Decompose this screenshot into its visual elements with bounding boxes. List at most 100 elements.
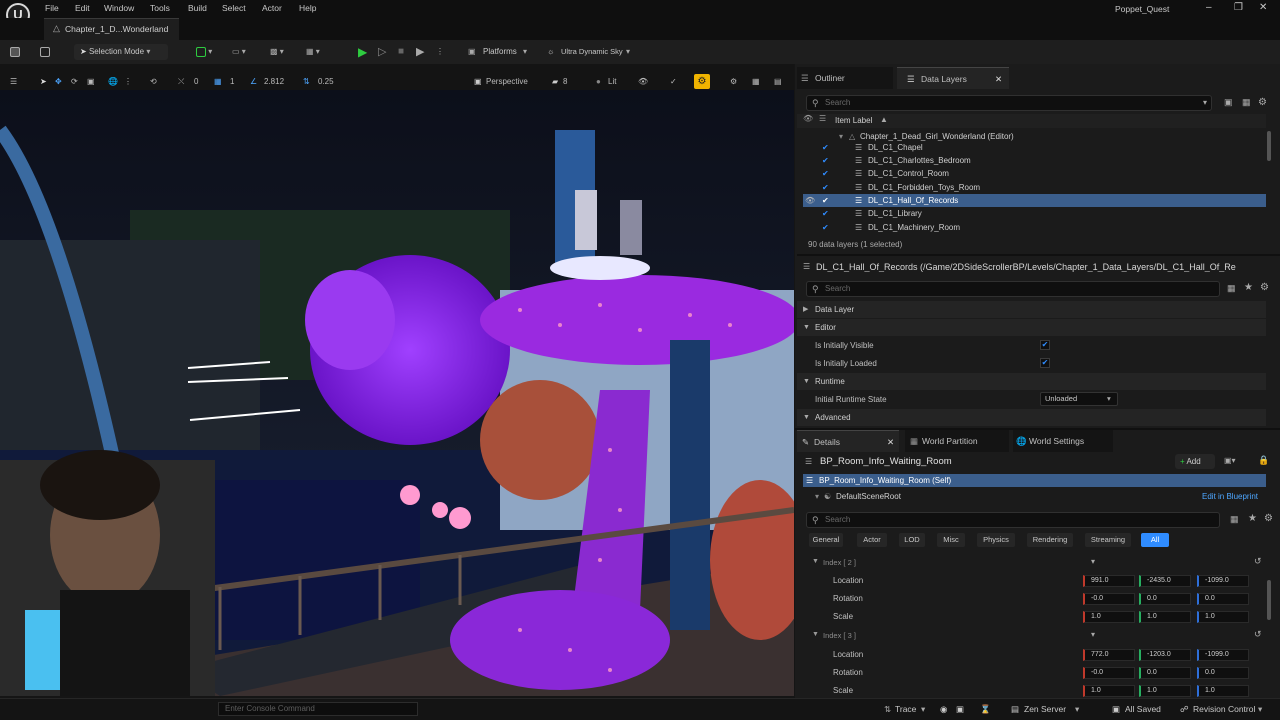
reset-icon[interactable]: ↺ <box>1254 629 1262 640</box>
world-space-icon[interactable]: 🌐 <box>108 75 118 89</box>
location-y-field[interactable]: -2435.0 <box>1139 575 1191 587</box>
grid-snap-value[interactable]: 1 <box>230 75 234 89</box>
map-tab[interactable]: △ Chapter_1_D...Wonderland <box>44 18 179 40</box>
data-layer-row-selected[interactable]: 👁 ✔ ☰ DL_C1_Hall_Of_Records <box>803 194 1266 208</box>
rotation-z-field[interactable]: 0.0 <box>1197 593 1249 605</box>
initially-visible-checkbox[interactable]: ✔ <box>1040 340 1050 350</box>
expanded-icon[interactable]: ▼ <box>812 631 819 638</box>
realtime-icon[interactable]: ✓ <box>670 75 677 89</box>
scale-x-field[interactable]: 1.0 <box>1083 685 1135 697</box>
stop-icon[interactable]: ■ <box>398 44 404 60</box>
scale-y-field[interactable]: 1.0 <box>1139 611 1191 623</box>
filter-lod[interactable]: LOD <box>899 533 925 547</box>
tab-details[interactable]: ✎ Details ✕ <box>797 430 899 452</box>
maximize-icon[interactable]: ❐ <box>1234 2 1243 13</box>
details-scrollbar[interactable] <box>1267 580 1271 620</box>
outliner-scrollbar[interactable] <box>1267 131 1271 161</box>
filter-misc[interactable]: Misc <box>937 533 965 547</box>
section-data-layer[interactable]: ▶ Data Layer <box>797 301 1266 318</box>
loaded-checkbox[interactable]: ✔ <box>822 183 831 192</box>
settings-icon[interactable]: ⚙ <box>1258 97 1267 108</box>
favorite-star-icon[interactable]: ★ <box>1244 282 1253 293</box>
add-data-layer-icon[interactable]: ▣ <box>1224 97 1233 108</box>
tab-world-settings[interactable]: 🌐 World Settings <box>1013 430 1113 452</box>
data-layer-row[interactable]: ✔ ☰ DL_C1_Machinery_Room <box>803 221 1266 234</box>
close-tab-icon[interactable]: ✕ <box>887 431 894 453</box>
data-layer-row[interactable]: ✔ ☰ DL_C1_Control_Room <box>803 167 1266 180</box>
location-x-field[interactable]: 772.0 <box>1083 649 1135 661</box>
tab-world-partition[interactable]: ▦ World Partition <box>905 430 1009 452</box>
menu-actor[interactable]: Actor <box>262 3 282 13</box>
filter-streaming[interactable]: Streaming <box>1085 533 1131 547</box>
all-saved-button[interactable]: All Saved <box>1125 704 1161 714</box>
surface-snap-icon[interactable]: ⟲ <box>150 75 157 89</box>
rotation-y-field[interactable]: 0.0 <box>1139 667 1191 679</box>
tab-outliner[interactable]: ☰ Outliner <box>797 67 893 89</box>
minimize-icon[interactable]: – <box>1206 2 1212 13</box>
section-advanced[interactable]: ▼ Advanced <box>797 409 1266 426</box>
level-viewport[interactable] <box>0 90 794 696</box>
angle-snap-value[interactable]: 2.812 <box>264 75 284 89</box>
close-window-icon[interactable]: ✕ <box>1259 2 1267 13</box>
ultra-dynamic-sky-button[interactable]: Ultra Dynamic Sky <box>561 44 623 60</box>
select-tool-icon[interactable]: ➤ <box>40 75 47 89</box>
scale-snap-icon[interactable]: ⇅ <box>303 75 310 89</box>
edit-in-blueprint-link[interactable]: Edit in Blueprint <box>1202 492 1258 501</box>
splitter[interactable] <box>797 254 1280 256</box>
chevron-down-icon[interactable]: ▾ <box>1203 96 1207 110</box>
layout-icon[interactable]: ▦ <box>752 75 760 89</box>
eject-icon[interactable]: ▶ <box>416 44 424 60</box>
add-actor-icon[interactable]: ▾ <box>196 44 212 60</box>
loaded-checkbox[interactable]: ✔ <box>822 169 831 178</box>
location-y-field[interactable]: -1203.0 <box>1139 649 1191 661</box>
component-scene-root-row[interactable]: ▾ ☯ DefaultSceneRoot <box>803 490 1266 503</box>
trace-button[interactable]: Trace <box>895 704 916 714</box>
settings-icon[interactable]: ⚙ <box>1264 513 1273 524</box>
scale-y-field[interactable]: 1.0 <box>1139 685 1191 697</box>
menu-select[interactable]: Select <box>222 3 246 13</box>
rotate-snap-value[interactable]: 0 <box>194 75 198 89</box>
scale-z-field[interactable]: 1.0 <box>1197 611 1249 623</box>
favorite-star-icon[interactable]: ★ <box>1248 513 1257 524</box>
filter-general[interactable]: General <box>809 533 843 547</box>
grid-snap-icon[interactable]: ⤬ <box>178 75 184 89</box>
chevron-down-icon[interactable]: ▾ <box>1091 557 1095 566</box>
blueprint-options-icon[interactable]: ▣▾ <box>1224 456 1236 465</box>
component-self-row[interactable]: ☰ BP_Room_Info_Waiting_Room (Self) <box>803 474 1266 487</box>
translate-tool-icon[interactable]: ✥ <box>55 75 62 89</box>
platforms-button[interactable]: Platforms <box>483 44 517 60</box>
revision-control-button[interactable]: Revision Control <box>1193 704 1255 714</box>
close-tab-icon[interactable]: ✕ <box>995 68 1002 90</box>
rotation-z-field[interactable]: 0.0 <box>1197 667 1249 679</box>
expanded-icon[interactable]: ▼ <box>812 558 819 565</box>
menu-window[interactable]: Window <box>104 3 134 13</box>
menu-edit[interactable]: Edit <box>75 3 90 13</box>
filter-all[interactable]: All <box>1141 533 1169 547</box>
rotation-x-field[interactable]: -0.0 <box>1083 667 1135 679</box>
menu-build[interactable]: Build <box>188 3 207 13</box>
cinematics-icon[interactable]: ▩ ▾ <box>270 44 284 60</box>
section-editor[interactable]: ▼ Editor <box>797 319 1266 336</box>
mode-dropdown[interactable]: ➤ Selection Mode ▾ <box>74 44 168 60</box>
show-flags-icon[interactable]: 👁 <box>638 75 648 89</box>
more-icon[interactable]: ⋮ <box>124 75 132 89</box>
data-layer-details-search[interactable]: ⚲ Search <box>806 281 1220 297</box>
data-layer-row[interactable]: ✔ ☰ DL_C1_Chapel <box>803 141 1266 154</box>
record-icon[interactable]: ◉ <box>940 704 947 715</box>
view-mode-dropdown[interactable]: Lit <box>608 75 616 89</box>
data-layer-row[interactable]: ✔ ☰ DL_C1_Forbidden_Toys_Room <box>803 181 1266 194</box>
build-icon[interactable]: ▦ ▾ <box>306 44 320 60</box>
menu-file[interactable]: File <box>45 3 59 13</box>
perspective-dropdown[interactable]: Perspective <box>486 75 528 89</box>
camera-speed-value[interactable]: 8 <box>563 75 567 89</box>
actor-name[interactable]: BP_Room_Info_Waiting_Room <box>820 456 952 467</box>
content-browser-icon[interactable] <box>40 44 50 60</box>
loaded-checkbox[interactable]: ✔ <box>822 223 831 232</box>
angle-snap-icon[interactable]: ∠ <box>250 75 257 89</box>
rotate-tool-icon[interactable]: ⟳ <box>71 75 78 89</box>
settings-icon[interactable]: ⚙ <box>1260 282 1269 293</box>
console-command-input[interactable]: Enter Console Command <box>218 702 418 716</box>
tab-data-layers[interactable]: ☰ Data Layers ✕ <box>897 67 1009 89</box>
details-search-input[interactable]: ⚲ Search <box>806 512 1220 528</box>
data-layer-row[interactable]: ✔ ☰ DL_C1_Library <box>803 207 1266 220</box>
